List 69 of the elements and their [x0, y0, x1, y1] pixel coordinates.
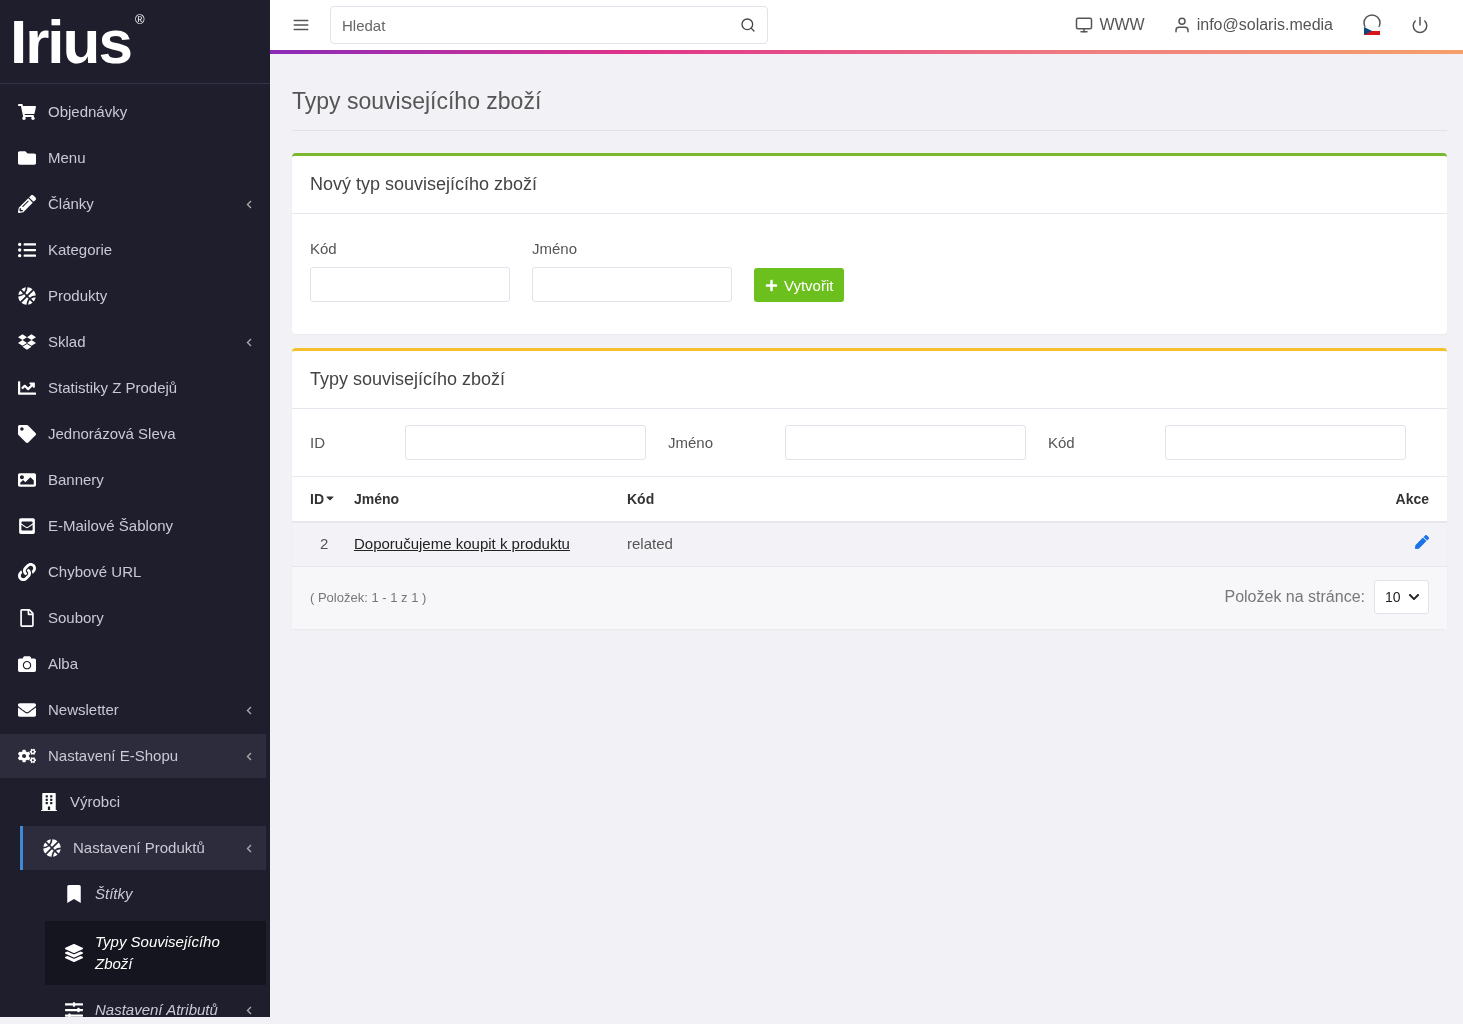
edit-icon[interactable]: [1415, 535, 1429, 549]
user-icon: [1172, 16, 1191, 34]
table-cell: related: [627, 522, 1082, 567]
plus-icon: [765, 278, 778, 292]
filter-field[interactable]: [405, 425, 646, 460]
image-icon: [18, 471, 36, 489]
page-title: Typy souvisejícího zboží: [292, 88, 1447, 131]
chart-icon: [18, 379, 36, 397]
search-field[interactable]: Hledat: [330, 6, 768, 44]
camera-icon: [18, 655, 36, 673]
power-icon[interactable]: [1411, 16, 1429, 34]
bookmark-icon: [65, 885, 83, 903]
sidebar-item[interactable]: Bannery: [0, 458, 266, 502]
sidebar-item[interactable]: Statistiky Z Prodejů: [0, 366, 266, 410]
sidebar-item[interactable]: Nastavení Atributů: [45, 988, 266, 1017]
sidebar-item[interactable]: Produkty: [0, 274, 266, 318]
per-page-label: Položek na stránce:: [1224, 588, 1365, 606]
chevron-down-icon: [1408, 591, 1420, 603]
tag-icon: [18, 425, 36, 443]
field-label: Jméno: [532, 240, 579, 257]
input-field[interactable]: [532, 267, 732, 302]
logo: Irius: [10, 10, 131, 73]
field-label: Kód: [310, 240, 338, 257]
filter-label: Jméno: [668, 434, 715, 451]
filter-field[interactable]: [1165, 425, 1406, 460]
filter-label: Kód: [1048, 434, 1076, 451]
input-field[interactable]: [310, 267, 510, 302]
sidebar-item[interactable]: Štítky: [45, 872, 266, 916]
sidebar-item[interactable]: Chybové URL: [0, 550, 266, 594]
sidebar-item[interactable]: Newsletter: [0, 688, 266, 732]
language-flag-icon[interactable]: [1361, 14, 1383, 36]
envelope-icon: [18, 517, 36, 535]
table-cell: 2: [292, 522, 354, 567]
item-count: ( Položek: 1 - 1 z 1 ): [310, 589, 427, 605]
building-icon: [40, 793, 58, 811]
boxes-icon: [18, 333, 36, 351]
layers-icon: [65, 944, 83, 962]
sidebar-item[interactable]: Nastavení E-Shopu: [0, 734, 266, 778]
link-icon: [18, 563, 36, 581]
sidebar-item[interactable]: Alba: [0, 642, 266, 686]
search-icon: [740, 17, 756, 33]
account-link[interactable]: info@solaris.media: [1172, 16, 1333, 34]
monitor-icon: [1075, 16, 1094, 34]
sidebar-item[interactable]: Nastavení Produktů: [20, 826, 266, 870]
sidebar-item[interactable]: Sklad: [0, 320, 266, 364]
card-title: Typy souvisejícího zboží: [292, 351, 1447, 409]
file-icon: [18, 609, 36, 627]
filter-label: ID: [310, 434, 326, 451]
sidebar-item[interactable]: Typy Souvisejícího Zboží: [45, 921, 266, 985]
sliders-icon: [65, 1001, 83, 1017]
sidebar-item[interactable]: Kategorie: [0, 228, 266, 272]
filter-field[interactable]: [785, 425, 1026, 460]
per-page-select[interactable]: 10: [1374, 580, 1429, 614]
sidebar-item[interactable]: Menu: [0, 136, 266, 180]
sidebar-item[interactable]: E-Mailové Šablony: [0, 504, 266, 548]
sidebar-item[interactable]: Články: [0, 182, 266, 226]
sidebar-item[interactable]: Jednorázová Sleva: [0, 412, 266, 456]
gears-icon: [18, 747, 36, 765]
sidebar-item[interactable]: Výrobci: [20, 780, 266, 824]
sidebar-item[interactable]: Objednávky: [0, 90, 266, 134]
folder-icon: [18, 149, 36, 167]
pencil-icon: [18, 195, 36, 213]
cart-icon: [18, 103, 36, 121]
registered-mark: ®: [134, 12, 145, 27]
sidebar-item[interactable]: Soubory: [0, 596, 266, 640]
list-icon: [18, 241, 36, 259]
card-title: Nový typ souvisejícího zboží: [292, 156, 1447, 214]
envelope-icon: [18, 701, 36, 719]
www-link[interactable]: WWW: [1075, 16, 1145, 34]
